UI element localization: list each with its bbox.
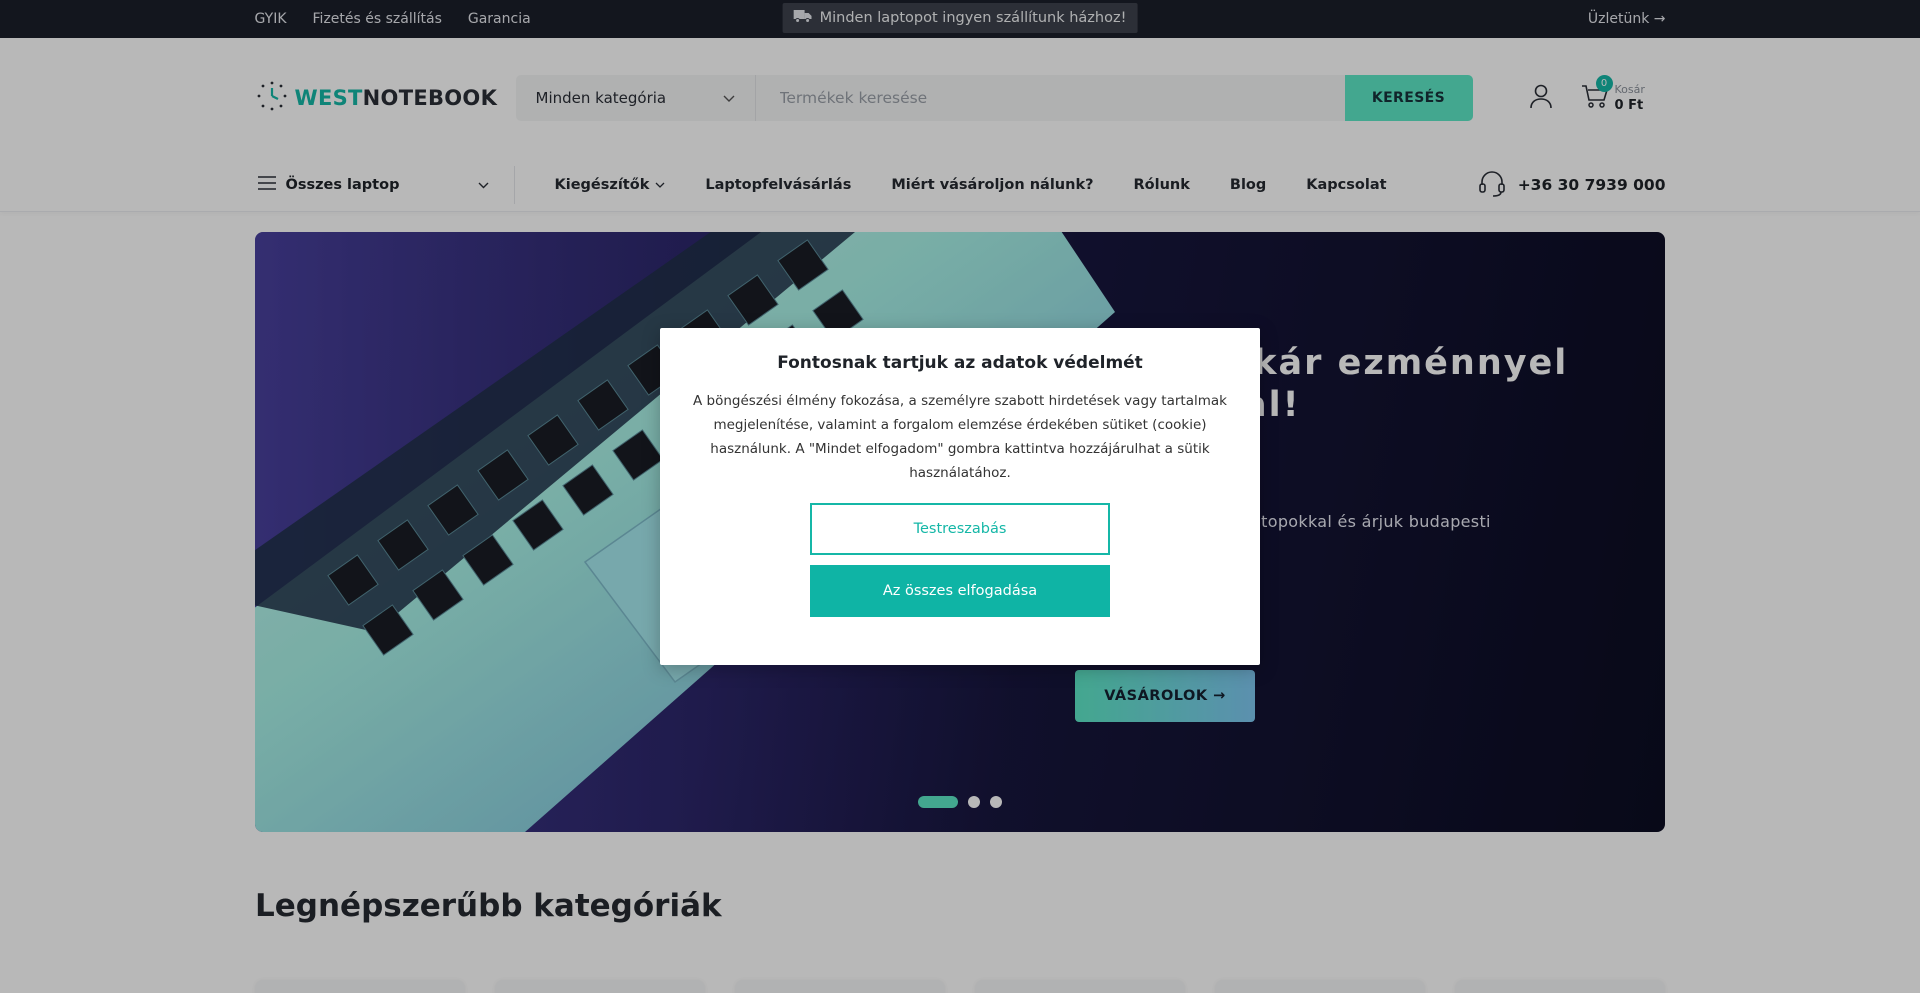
accept-all-button[interactable]: Az összes elfogadása (810, 565, 1110, 617)
cookie-title: Fontosnak tartjuk az adatok védelmét (777, 353, 1143, 373)
cookie-consent-dialog: Fontosnak tartjuk az adatok védelmét A b… (660, 328, 1260, 665)
customize-button[interactable]: Testreszabás (810, 503, 1110, 555)
cookie-body: A böngészési élmény fokozása, a személyr… (693, 393, 1227, 481)
